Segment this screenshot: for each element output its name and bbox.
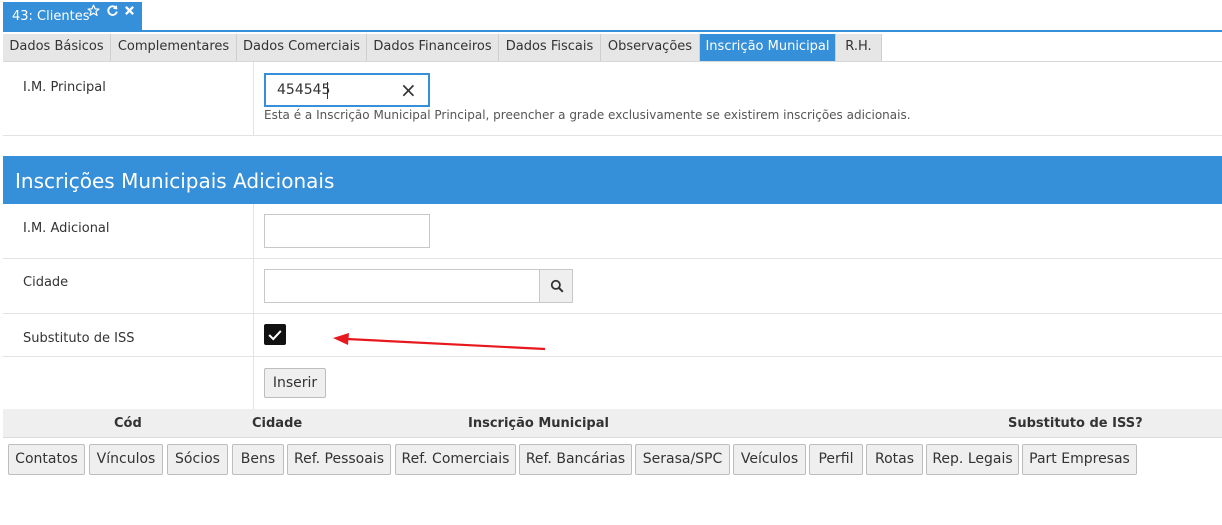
principal-input[interactable]: 454545 × bbox=[264, 73, 430, 107]
cidade-label: Cidade bbox=[23, 275, 69, 290]
tab-complementares[interactable]: Complementares bbox=[111, 34, 237, 61]
grid-header-inscricao: Inscrição Municipal bbox=[468, 416, 609, 431]
tab-bar: Dados Básicos Complementares Dados Comer… bbox=[3, 32, 1222, 62]
principal-value: 454545 bbox=[277, 82, 331, 98]
window-tab[interactable]: 43: Clientes bbox=[3, 2, 142, 30]
substituto-checkbox[interactable] bbox=[264, 324, 286, 345]
adicional-input[interactable] bbox=[264, 214, 430, 248]
cidade-input[interactable] bbox=[264, 269, 540, 303]
grid-header: Cód Cidade Inscrição Municipal Substitut… bbox=[3, 409, 1222, 438]
principal-label: I.M. Principal bbox=[23, 80, 106, 95]
grid-header-substituto: Substituto de ISS? bbox=[1008, 416, 1143, 431]
bens-button[interactable]: Bens bbox=[232, 444, 284, 475]
tab-observacoes[interactable]: Observações bbox=[601, 34, 700, 61]
section-title: Inscrições Municipais Adicionais bbox=[3, 156, 1222, 204]
close-icon[interactable] bbox=[124, 5, 135, 16]
window-title: 43: Clientes bbox=[12, 9, 90, 24]
perfil-button[interactable]: Perfil bbox=[809, 444, 863, 475]
insert-label-cell bbox=[3, 356, 254, 409]
veiculos-button[interactable]: Veículos bbox=[733, 444, 806, 475]
star-icon[interactable] bbox=[87, 4, 100, 17]
grid-header-cidade: Cidade bbox=[252, 416, 303, 431]
cidade-row: Cidade bbox=[3, 258, 1222, 314]
refresh-icon[interactable] bbox=[106, 4, 119, 17]
insert-row: Inserir bbox=[3, 356, 1222, 409]
tab-dados-comerciais[interactable]: Dados Comerciais bbox=[237, 34, 367, 61]
tab-dados-fiscais[interactable]: Dados Fiscais bbox=[499, 34, 601, 61]
rep-legais-button[interactable]: Rep. Legais bbox=[926, 444, 1019, 475]
tab-dados-basicos[interactable]: Dados Básicos bbox=[3, 34, 111, 61]
cidade-search-button[interactable] bbox=[539, 269, 573, 303]
part-empresas-button[interactable]: Part Empresas bbox=[1022, 444, 1137, 475]
rotas-button[interactable]: Rotas bbox=[866, 444, 923, 475]
grid-header-cod: Cód bbox=[114, 416, 142, 431]
substituto-label: Substituto de ISS bbox=[23, 331, 135, 346]
serasa-spc-button[interactable]: Serasa/SPC bbox=[635, 444, 730, 475]
adicional-label: I.M. Adicional bbox=[23, 221, 110, 236]
tab-dados-financeiros[interactable]: Dados Financeiros bbox=[367, 34, 499, 61]
substituto-label-cell: Substituto de ISS bbox=[3, 313, 254, 356]
socios-button[interactable]: Sócios bbox=[167, 444, 228, 475]
vinculos-button[interactable]: Vínculos bbox=[89, 444, 163, 475]
principal-label-cell: I.M. Principal bbox=[3, 62, 254, 135]
text-caret bbox=[327, 82, 328, 99]
ref-comerciais-button[interactable]: Ref. Comerciais bbox=[395, 444, 516, 475]
clear-icon[interactable]: × bbox=[400, 78, 417, 102]
ref-pessoais-button[interactable]: Ref. Pessoais bbox=[287, 444, 391, 475]
adicional-row: I.M. Adicional bbox=[3, 204, 1222, 259]
tab-rh[interactable]: R.H. bbox=[836, 34, 882, 61]
annotation-arrow bbox=[333, 333, 546, 351]
check-icon bbox=[268, 330, 282, 341]
principal-row: I.M. Principal 454545 × Esta é a Inscriç… bbox=[3, 62, 1222, 136]
cidade-label-cell: Cidade bbox=[3, 258, 254, 313]
principal-help-text: Esta é a Inscrição Municipal Principal, … bbox=[264, 108, 911, 122]
tab-inscricao-municipal[interactable]: Inscrição Municipal bbox=[700, 34, 836, 61]
substituto-row: Substituto de ISS bbox=[3, 313, 1222, 357]
ref-bancarias-button[interactable]: Ref. Bancárias bbox=[519, 444, 632, 475]
insert-button[interactable]: Inserir bbox=[264, 368, 326, 398]
search-icon bbox=[550, 279, 564, 293]
contatos-button[interactable]: Contatos bbox=[8, 444, 85, 475]
adicional-label-cell: I.M. Adicional bbox=[3, 204, 254, 258]
